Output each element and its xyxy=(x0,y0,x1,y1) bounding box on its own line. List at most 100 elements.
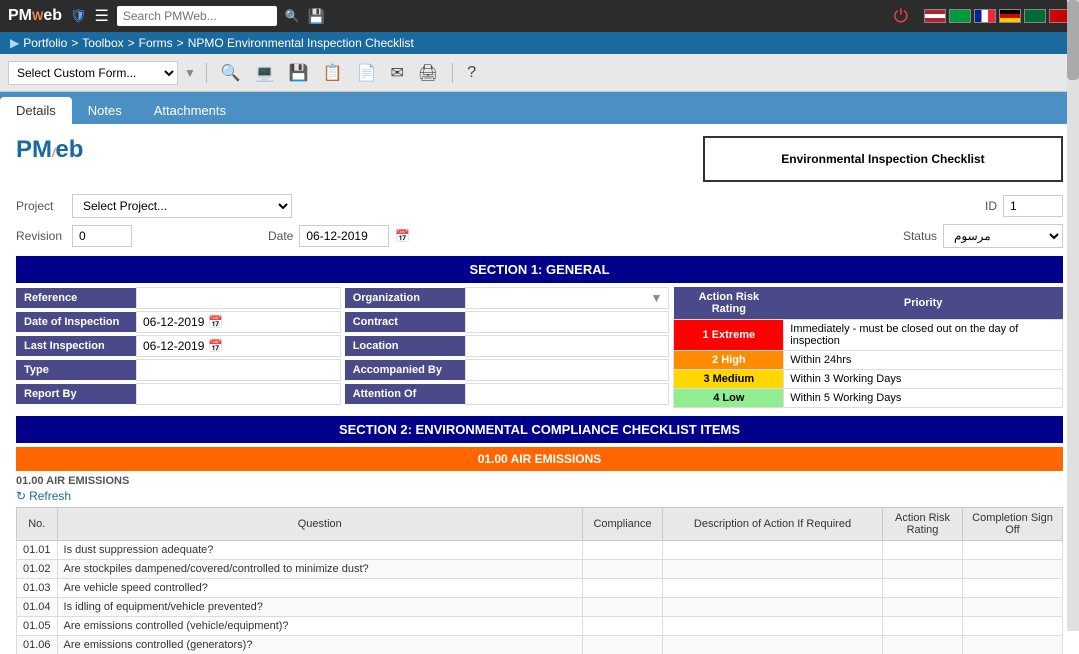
last-inspection-text: 06-12-2019 xyxy=(143,339,204,353)
power-button[interactable]: ⏻ xyxy=(894,6,908,27)
row-risk-rating[interactable] xyxy=(883,636,963,654)
row-signoff[interactable] xyxy=(963,579,1063,598)
date-calendar-icon[interactable]: 📅 xyxy=(395,229,410,243)
project-select[interactable]: Select Project... xyxy=(72,194,292,218)
location-label: Location xyxy=(345,336,465,356)
id-input[interactable]: 1 xyxy=(1003,195,1063,217)
row-description[interactable] xyxy=(663,598,883,617)
flag-de[interactable] xyxy=(999,9,1021,23)
accompanied-by-input[interactable] xyxy=(472,364,663,376)
date-inspection-value[interactable]: 06-12-2019 📅 xyxy=(136,311,341,333)
menu-icon[interactable]: ☰ xyxy=(95,6,109,26)
breadcrumb-forms[interactable]: Forms xyxy=(139,36,173,50)
row-compliance[interactable] xyxy=(583,560,663,579)
type-value[interactable] xyxy=(136,359,341,381)
row-description[interactable] xyxy=(663,617,883,636)
row-description[interactable] xyxy=(663,541,883,560)
col-question-header: Question xyxy=(57,508,582,541)
risk-rating-section: Action Risk Rating Priority 1 Extreme Im… xyxy=(673,287,1063,408)
table-row: 01.01 Is dust suppression adequate? xyxy=(17,541,1063,560)
row-signoff[interactable] xyxy=(963,541,1063,560)
type-input[interactable] xyxy=(143,364,334,376)
air-emissions-table: No. Question Compliance Description of A… xyxy=(16,507,1063,654)
air-emissions-label: 01.00 AIR EMISSIONS xyxy=(16,475,1063,487)
row-signoff[interactable] xyxy=(963,598,1063,617)
revision-label: Revision xyxy=(16,229,66,243)
toolbar-copy-button[interactable]: 📋 xyxy=(319,61,347,85)
breadcrumb-toolbox[interactable]: Toolbox xyxy=(82,36,123,50)
organization-value[interactable]: ▼ xyxy=(465,287,670,309)
row-compliance[interactable] xyxy=(583,636,663,654)
reference-value[interactable] xyxy=(136,287,341,309)
save-icon[interactable]: 💾 xyxy=(308,8,325,25)
flag-br[interactable] xyxy=(949,9,971,23)
row-risk-rating[interactable] xyxy=(883,560,963,579)
row-compliance[interactable] xyxy=(583,579,663,598)
attention-of-input[interactable] xyxy=(472,388,663,400)
table-row: 1 Extreme Immediately - must be closed o… xyxy=(674,320,1063,351)
section1-left-fields: Reference Date of Inspection 06-12-2019 … xyxy=(16,287,341,408)
scrollbar-thumb[interactable] xyxy=(1067,0,1079,80)
toolbar-separator2 xyxy=(452,63,453,83)
row-signoff[interactable] xyxy=(963,636,1063,654)
revision-input[interactable]: 0 xyxy=(72,225,132,247)
flag-fr[interactable] xyxy=(974,9,996,23)
report-by-value[interactable] xyxy=(136,383,341,405)
toolbar-save-button[interactable]: 💾 xyxy=(285,61,313,85)
row-risk-rating[interactable] xyxy=(883,541,963,560)
row-description[interactable] xyxy=(663,560,883,579)
breadcrumb-sep2: > xyxy=(128,36,135,50)
row-description[interactable] xyxy=(663,636,883,654)
row-risk-rating[interactable] xyxy=(883,579,963,598)
flag-us[interactable] xyxy=(924,9,946,23)
breadcrumb-portfolio[interactable]: Portfolio xyxy=(23,36,67,50)
search-icon[interactable]: 🔍 xyxy=(285,9,300,23)
toolbar-email-button[interactable]: ✉ xyxy=(387,61,408,85)
toolbar-print-button[interactable]: 🖨 xyxy=(414,61,442,85)
col-compliance-header: Compliance xyxy=(583,508,663,541)
toolbar-screen-button[interactable]: 💻 xyxy=(251,61,279,85)
row-risk-rating[interactable] xyxy=(883,617,963,636)
status-select[interactable]: مرسوم xyxy=(943,224,1063,248)
row-risk-rating[interactable] xyxy=(883,598,963,617)
row-question: Are stockpiles dampened/covered/controll… xyxy=(57,560,582,579)
row-signoff[interactable] xyxy=(963,560,1063,579)
section1-header: SECTION 1: GENERAL xyxy=(16,256,1063,283)
contract-value[interactable] xyxy=(465,311,670,333)
toolbar-help-button[interactable]: ? xyxy=(463,62,480,84)
location-input[interactable] xyxy=(472,340,663,352)
tab-details[interactable]: Details xyxy=(0,97,72,124)
flag-sa[interactable] xyxy=(1024,9,1046,23)
tab-notes[interactable]: Notes xyxy=(72,97,138,124)
date-inspection-cal-icon[interactable]: 📅 xyxy=(208,315,223,329)
table-row: 2 High Within 24hrs xyxy=(674,351,1063,370)
attention-of-value[interactable] xyxy=(465,383,670,405)
air-emissions-refresh-button[interactable]: ↻ Refresh xyxy=(16,489,71,503)
breadcrumb-sep3: > xyxy=(177,36,184,50)
organization-dropdown-icon[interactable]: ▼ xyxy=(650,291,662,305)
row-compliance[interactable] xyxy=(583,598,663,617)
location-value[interactable] xyxy=(465,335,670,357)
refresh-icon: ↻ xyxy=(16,489,26,503)
toolbar-doc-button[interactable]: 📄 xyxy=(353,61,381,85)
location-row: Location xyxy=(345,335,670,357)
row-compliance[interactable] xyxy=(583,541,663,560)
last-inspection-value[interactable]: 06-12-2019 📅 xyxy=(136,335,341,357)
contract-input[interactable] xyxy=(472,316,663,328)
report-by-input[interactable] xyxy=(143,388,334,400)
row-signoff[interactable] xyxy=(963,617,1063,636)
search-input[interactable] xyxy=(117,6,277,26)
reference-input[interactable] xyxy=(143,292,334,304)
custom-form-select[interactable]: Select Custom Form... xyxy=(8,61,178,85)
accompanied-by-value[interactable] xyxy=(465,359,670,381)
date-input[interactable]: 06-12-2019 xyxy=(299,225,389,247)
scrollbar[interactable] xyxy=(1067,0,1079,631)
row-compliance[interactable] xyxy=(583,617,663,636)
toolbar-search-button[interactable]: 🔍 xyxy=(217,61,245,85)
row-description[interactable] xyxy=(663,579,883,598)
last-inspection-cal-icon[interactable]: 📅 xyxy=(208,339,223,353)
date-inspection-text: 06-12-2019 xyxy=(143,315,204,329)
tab-attachments[interactable]: Attachments xyxy=(138,97,242,124)
risk-3-priority: Within 3 Working Days xyxy=(784,370,1063,389)
organization-input[interactable] xyxy=(472,292,651,304)
